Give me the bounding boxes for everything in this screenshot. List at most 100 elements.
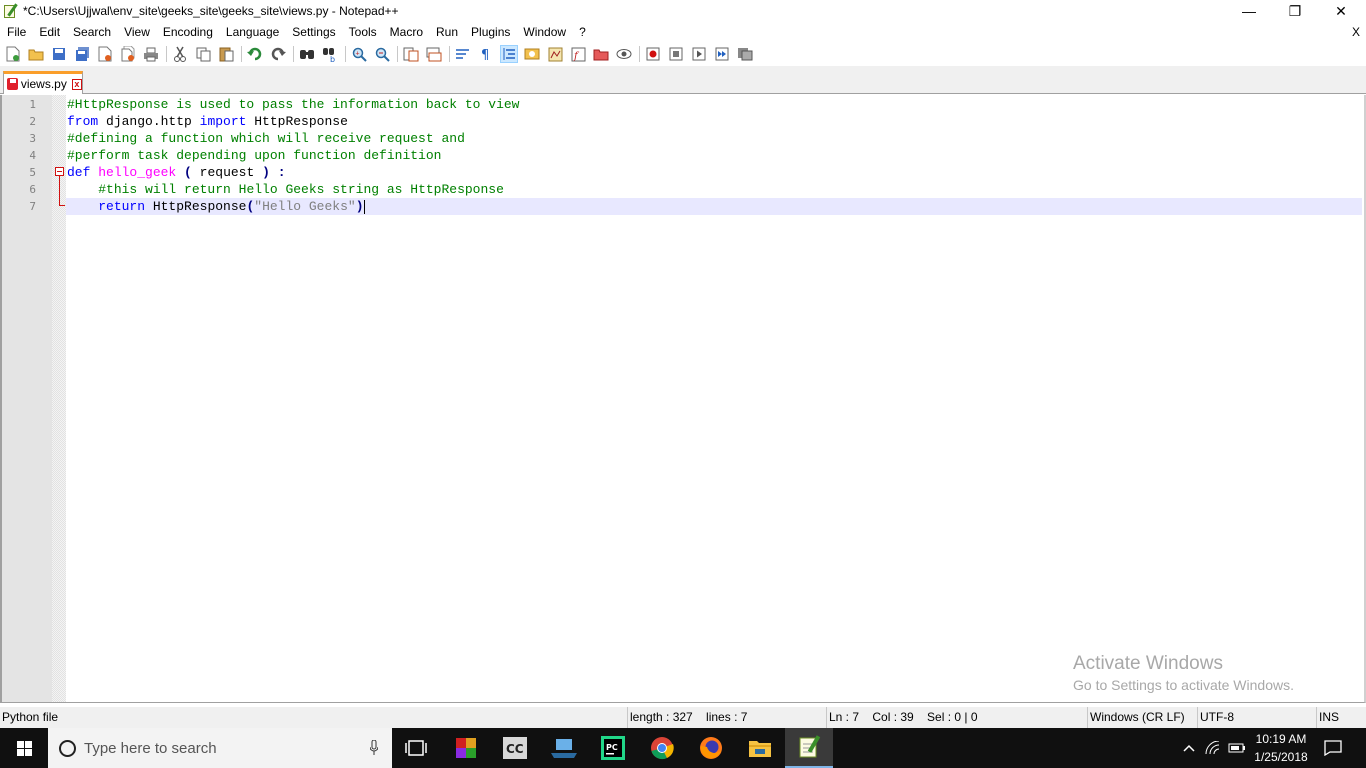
clock-time: 10:19 AM — [1255, 732, 1307, 746]
close-all-icon[interactable] — [119, 45, 137, 63]
copy-icon[interactable] — [194, 45, 212, 63]
menu-view[interactable]: View — [117, 23, 156, 42]
tab-views-py[interactable]: views.py x — [3, 71, 83, 94]
print-icon[interactable] — [142, 45, 160, 63]
code-token: : — [277, 165, 286, 180]
code-line: #defining a function which will receive … — [67, 130, 465, 147]
title-bar: *C:\Users\Ujjwal\env_site\geeks_site\gee… — [0, 0, 1366, 22]
save-macro-icon[interactable] — [736, 45, 754, 63]
battery-icon[interactable] — [1226, 728, 1248, 768]
doc-map-icon[interactable] — [546, 45, 564, 63]
record-macro-icon[interactable] — [644, 45, 662, 63]
user-language-icon[interactable] — [523, 45, 541, 63]
code-token: return — [98, 199, 146, 214]
code-token: django.http — [98, 114, 200, 129]
firefox-icon[interactable] — [687, 728, 735, 768]
clock-date: 1/25/2018 — [1254, 750, 1308, 764]
taskbar-search-box[interactable]: Type here to search — [48, 728, 392, 768]
minimize-button[interactable]: — — [1226, 0, 1272, 22]
system-clock[interactable]: 10:19 AM 1/25/2018 — [1247, 730, 1315, 766]
menu-plugins[interactable]: Plugins — [464, 23, 516, 42]
monitoring-icon[interactable] — [615, 45, 633, 63]
menu-tools[interactable]: Tools — [342, 23, 383, 42]
close-icon[interactable] — [96, 45, 114, 63]
line-number: 7 — [29, 200, 36, 213]
status-position: Ln : 7 Col : 39 Sel : 0 | 0 — [826, 707, 1086, 728]
menu-encoding[interactable]: Encoding — [156, 23, 219, 42]
menu-file[interactable]: File — [0, 23, 32, 42]
microphone-icon[interactable] — [370, 740, 378, 756]
word-wrap-icon[interactable] — [454, 45, 472, 63]
code-token: request — [191, 165, 263, 180]
cut-icon[interactable] — [171, 45, 189, 63]
menu-language[interactable]: Language — [219, 23, 285, 42]
pycharm-icon[interactable]: PC — [589, 728, 637, 768]
fold-toggle-icon[interactable] — [55, 167, 64, 176]
code-line: #perform task depending upon function de… — [67, 147, 441, 164]
menu-window[interactable]: Window — [516, 23, 572, 42]
replace-icon[interactable]: b — [321, 45, 339, 63]
show-all-chars-icon[interactable]: ¶ — [477, 45, 495, 63]
toolbar-separator — [293, 46, 294, 62]
stop-record-icon[interactable] — [667, 45, 685, 63]
menu-settings[interactable]: Settings — [285, 23, 341, 42]
task-view-icon[interactable] — [392, 728, 440, 768]
winrar-icon[interactable] — [442, 728, 490, 768]
window-title: *C:\Users\Ujjwal\env_site\geeks_site\gee… — [23, 4, 399, 18]
code-token: hello_geek — [98, 165, 177, 180]
close-button[interactable]: ✕ — [1318, 0, 1364, 22]
chrome-icon[interactable] — [638, 728, 686, 768]
file-transfer-icon[interactable] — [540, 728, 588, 768]
tab-label: views.py — [20, 77, 67, 91]
cc-icon[interactable]: CC — [491, 728, 539, 768]
save-all-icon[interactable] — [73, 45, 91, 63]
code-token: import — [199, 114, 247, 129]
code-editor[interactable]: 1 2 3 4 5 6 7 #HttpResponse is used to p… — [0, 95, 1366, 703]
find-icon[interactable] — [298, 45, 316, 63]
open-file-icon[interactable] — [27, 45, 45, 63]
sync-horizontal-icon[interactable] — [425, 45, 443, 63]
undo-icon[interactable] — [246, 45, 264, 63]
code-token: #perform task depending upon function de… — [67, 148, 442, 163]
action-center-icon[interactable] — [1320, 728, 1346, 768]
close-document-button[interactable]: X — [1352, 23, 1360, 42]
code-line: return HttpResponse("Hello Geeks") — [67, 198, 365, 215]
sync-vertical-icon[interactable] — [402, 45, 420, 63]
menu-run[interactable]: Run — [429, 23, 464, 42]
text-caret — [363, 199, 365, 214]
notepadpp-icon — [3, 3, 19, 19]
menu-edit[interactable]: Edit — [32, 23, 66, 42]
restore-button[interactable]: ❐ — [1272, 0, 1318, 22]
line-number: 2 — [29, 115, 36, 128]
redo-icon[interactable] — [269, 45, 287, 63]
wifi-icon[interactable] — [1202, 728, 1224, 768]
start-button[interactable] — [0, 728, 48, 768]
run-macro-multiple-icon[interactable] — [713, 45, 731, 63]
menu-search[interactable]: Search — [66, 23, 117, 42]
cortana-icon — [59, 739, 76, 757]
zoom-out-icon[interactable] — [373, 45, 391, 63]
show-hidden-icons-chevron-icon[interactable] — [1178, 728, 1200, 768]
file-explorer-icon[interactable] — [736, 728, 784, 768]
unsaved-file-icon — [7, 78, 18, 90]
function-list-icon[interactable]: f — [569, 45, 587, 63]
playback-macro-icon[interactable] — [690, 45, 708, 63]
code-token: ( — [184, 165, 192, 180]
code-token: #this will return Hello Geeks string as … — [98, 182, 504, 197]
tab-close-icon[interactable]: x — [71, 78, 82, 90]
code-token: #defining a function which will receive … — [67, 131, 465, 146]
indent-guide-icon[interactable] — [500, 45, 518, 63]
zoom-in-icon[interactable]: + — [350, 45, 368, 63]
line-number: 4 — [29, 149, 36, 162]
code-token: "Hello Geeks" — [254, 199, 356, 214]
windows-logo-icon — [16, 740, 32, 756]
folder-as-workspace-icon[interactable] — [592, 45, 610, 63]
notepadpp-taskbar-icon[interactable] — [785, 728, 833, 768]
new-file-icon[interactable] — [4, 45, 22, 63]
menu-macro[interactable]: Macro — [383, 23, 429, 42]
paste-icon[interactable] — [217, 45, 235, 63]
save-icon[interactable] — [50, 45, 68, 63]
menu-help[interactable]: ? — [572, 23, 592, 42]
watermark-title: Activate Windows — [1073, 653, 1223, 674]
